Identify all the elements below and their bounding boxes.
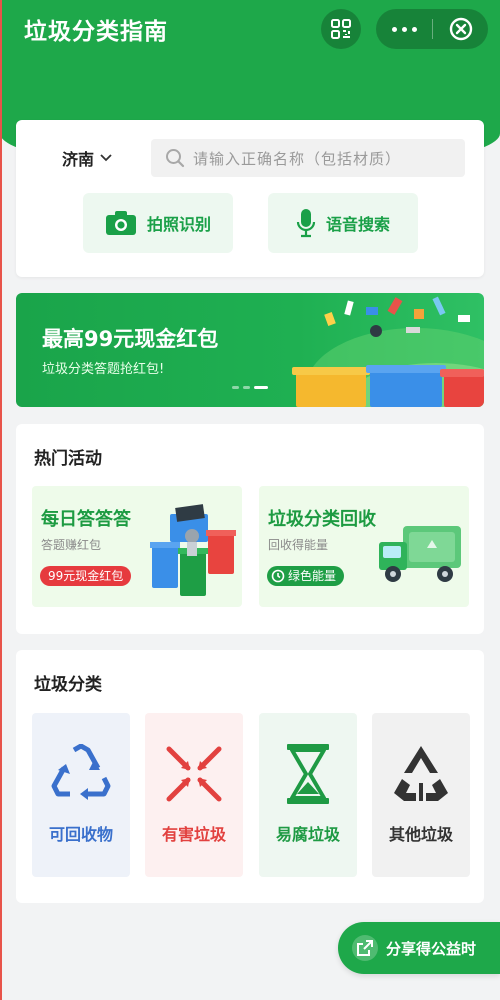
chevron-down-icon (100, 154, 112, 162)
mini-program-capsule (376, 9, 488, 49)
scan-button[interactable] (321, 9, 361, 49)
activity-title: 每日答答答 (41, 509, 131, 530)
categories-title: 垃圾分类 (34, 675, 102, 695)
activity-subtitle: 回收得能量 (268, 538, 329, 552)
hazard-arrows-icon (166, 746, 222, 802)
close-button[interactable] (433, 9, 488, 49)
category-perishable[interactable]: 易腐垃圾 (259, 713, 357, 877)
hot-activities-card: 热门活动 每日答答答 答题赚红包 99元现金红包 垃圾分类回收 回收得能量 绿色… (16, 424, 484, 634)
share-label: 分享得公益时 (386, 939, 477, 958)
page-title: 垃圾分类指南 (24, 19, 168, 45)
clock-icon (271, 569, 285, 583)
cash-reward-badge: 99元现金红包 (40, 566, 132, 586)
category-recyclable[interactable]: 可回收物 (32, 713, 130, 877)
photo-recognize-button[interactable]: 拍照识别 (83, 193, 233, 253)
banner-title: 最高99元现金红包 (42, 327, 219, 351)
category-label: 可回收物 (48, 825, 113, 844)
close-circle-icon (449, 17, 472, 41)
left-edge-divider (0, 0, 2, 1000)
quiz-bins-illustration (150, 504, 236, 596)
voice-search-button[interactable]: 语音搜索 (268, 193, 418, 253)
search-card: 济南 请输入正确名称（包括材质） 拍照识别 语音搜索 (16, 120, 484, 277)
hourglass-icon (287, 744, 329, 804)
search-input[interactable]: 请输入正确名称（包括材质） (151, 139, 465, 177)
other-recycle-icon (394, 746, 448, 801)
scan-code-icon (331, 19, 351, 39)
microphone-icon (296, 209, 316, 238)
share-icon (357, 940, 373, 956)
trash-bins-illustration (292, 296, 484, 407)
promo-banner[interactable]: 最高99元现金红包 垃圾分类答题抢红包! (16, 293, 484, 407)
category-other[interactable]: 其他垃圾 (372, 713, 470, 877)
banner-dot (243, 386, 250, 389)
activity-title: 垃圾分类回收 (268, 509, 376, 530)
green-energy-badge: 绿色能量 (267, 566, 345, 586)
recycle-truck-illustration (379, 526, 461, 582)
share-button[interactable]: 分享得公益时 (338, 922, 500, 974)
banner-dot (232, 386, 239, 389)
activity-recycling[interactable]: 垃圾分类回收 回收得能量 绿色能量 (259, 486, 469, 607)
category-hazardous[interactable]: 有害垃圾 (145, 713, 243, 877)
voice-search-label: 语音搜索 (325, 215, 390, 234)
banner-subtitle: 垃圾分类答题抢红包! (42, 362, 165, 377)
category-label: 其他垃圾 (388, 825, 453, 844)
categories-card: 垃圾分类 可回收物 有害垃圾 易腐垃圾 其他垃圾 (16, 650, 484, 903)
category-label: 易腐垃圾 (275, 825, 340, 844)
activity-daily-quiz[interactable]: 每日答答答 答题赚红包 99元现金红包 (32, 486, 242, 607)
search-icon (166, 149, 185, 168)
category-label: 有害垃圾 (161, 825, 226, 844)
more-dots-icon (391, 26, 397, 32)
camera-icon (105, 211, 136, 235)
banner-pagination (232, 386, 268, 389)
photo-recognize-label: 拍照识别 (146, 215, 211, 234)
hot-activities-title: 热门活动 (34, 449, 102, 469)
search-placeholder: 请输入正确名称（包括材质） (193, 149, 402, 168)
green-energy-label: 绿色能量 (288, 569, 337, 583)
activity-subtitle: 答题赚红包 (41, 538, 102, 552)
city-label: 济南 (62, 150, 95, 169)
city-selector[interactable]: 济南 (62, 146, 112, 170)
recycle-icon (51, 744, 111, 800)
more-button[interactable] (376, 9, 432, 49)
